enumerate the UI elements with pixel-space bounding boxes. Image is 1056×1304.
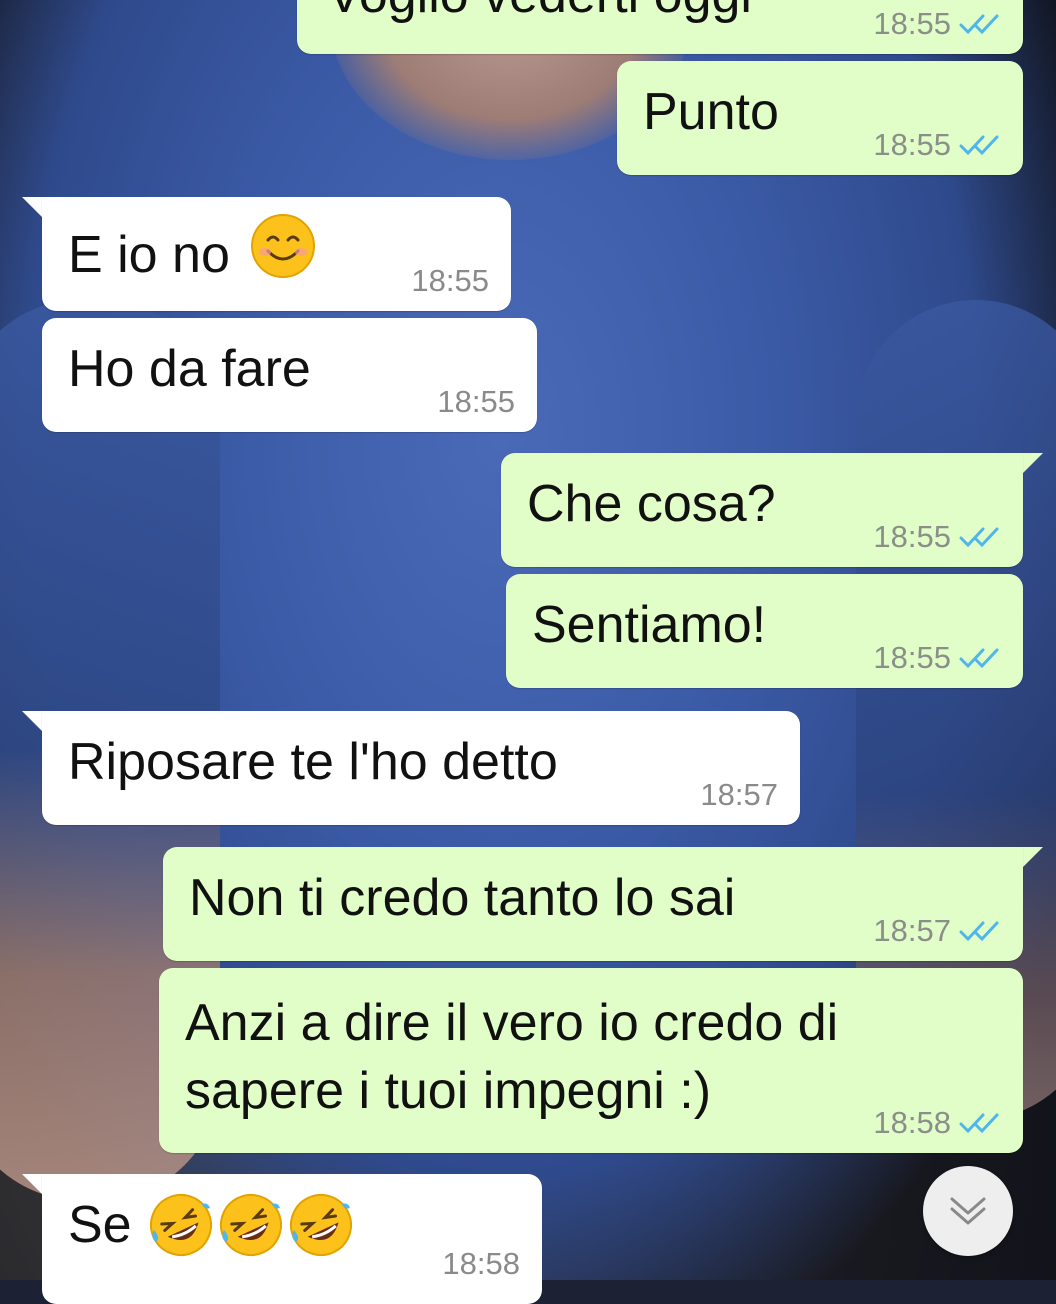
message-text: Non ti credo tanto lo sai bbox=[189, 869, 736, 927]
message-text: Voglio vederti oggi bbox=[327, 0, 752, 30]
message-meta: 18:55 bbox=[873, 127, 1001, 163]
message-text-row: Se bbox=[68, 1190, 354, 1260]
bubble-tail bbox=[22, 1174, 44, 1196]
message-bubble-incoming[interactable]: E io no 18:55 bbox=[42, 197, 511, 311]
message-bubble-incoming[interactable]: Se 18:58 bbox=[42, 1174, 542, 1304]
message-bubble-outgoing[interactable]: Anzi a dire il vero io credo di sapere i… bbox=[159, 968, 1023, 1153]
message-bubble-outgoing[interactable]: Non ti credo tanto lo sai 18:57 bbox=[163, 847, 1023, 961]
message-meta: 18:55 bbox=[873, 6, 1001, 42]
message-meta: 18:55 bbox=[873, 640, 1001, 676]
rolling-on-floor-laughing-icon bbox=[219, 1194, 282, 1256]
scroll-to-bottom-button[interactable] bbox=[923, 1166, 1013, 1256]
read-receipt-icon bbox=[959, 647, 1001, 669]
message-meta: 18:58 bbox=[873, 1105, 1001, 1141]
message-time: 18:55 bbox=[873, 519, 951, 554]
bubble-tail bbox=[22, 197, 44, 219]
read-receipt-icon bbox=[959, 1112, 1001, 1134]
message-text: Sentiamo! bbox=[532, 596, 767, 654]
message-time: 18:57 bbox=[700, 777, 778, 812]
message-time: 18:55 bbox=[437, 384, 515, 419]
message-time: 18:58 bbox=[442, 1246, 520, 1281]
read-receipt-icon bbox=[959, 134, 1001, 156]
message-meta: 18:55 bbox=[873, 519, 1001, 555]
message-time: 18:55 bbox=[873, 127, 951, 162]
message-text: Punto bbox=[643, 83, 779, 141]
rolling-on-floor-laughing-icon bbox=[149, 1194, 212, 1256]
message-bubble-outgoing[interactable]: Punto 18:55 bbox=[617, 61, 1023, 175]
read-receipt-icon bbox=[959, 526, 1001, 548]
bubble-tail bbox=[22, 711, 44, 733]
message-meta: 18:58 bbox=[442, 1246, 520, 1282]
message-time: 18:57 bbox=[873, 913, 951, 948]
message-bubble-outgoing[interactable]: Voglio vederti oggi 18:55 bbox=[297, 0, 1023, 54]
message-text: Che cosa? bbox=[527, 475, 776, 533]
message-text: Se bbox=[68, 1196, 132, 1254]
message-time: 18:55 bbox=[411, 263, 489, 298]
message-text: E io no bbox=[68, 226, 230, 284]
message-bubble-incoming[interactable]: Ho da fare 18:55 bbox=[42, 318, 537, 432]
message-time: 18:55 bbox=[873, 640, 951, 675]
smiling-face-icon bbox=[250, 213, 316, 297]
read-receipt-icon bbox=[959, 13, 1001, 35]
message-meta: 18:57 bbox=[700, 777, 778, 813]
bubble-tail bbox=[1021, 453, 1043, 475]
message-text-line-2: sapere i tuoi impegni :) bbox=[185, 1062, 712, 1120]
message-meta: 18:55 bbox=[437, 384, 515, 420]
message-text: Ho da fare bbox=[68, 340, 311, 398]
emoji-group bbox=[148, 1192, 354, 1258]
bubble-tail bbox=[1021, 847, 1043, 869]
message-text-row: E io no bbox=[68, 213, 316, 297]
message-bubble-outgoing[interactable]: Che cosa? 18:55 bbox=[501, 453, 1023, 567]
rolling-on-floor-laughing-icon bbox=[289, 1194, 352, 1256]
message-time: 18:58 bbox=[873, 1105, 951, 1140]
message-bubble-incoming[interactable]: Riposare te l'ho detto 18:57 bbox=[42, 711, 800, 825]
message-meta: 18:55 bbox=[411, 263, 489, 299]
double-chevron-down-icon bbox=[950, 1197, 986, 1225]
message-time: 18:55 bbox=[873, 6, 951, 41]
message-bubble-outgoing[interactable]: Sentiamo! 18:55 bbox=[506, 574, 1023, 688]
read-receipt-icon bbox=[959, 920, 1001, 942]
message-text: Riposare te l'ho detto bbox=[68, 733, 558, 791]
message-meta: 18:57 bbox=[873, 913, 1001, 949]
message-text-line-1: Anzi a dire il vero io credo di bbox=[185, 994, 839, 1052]
